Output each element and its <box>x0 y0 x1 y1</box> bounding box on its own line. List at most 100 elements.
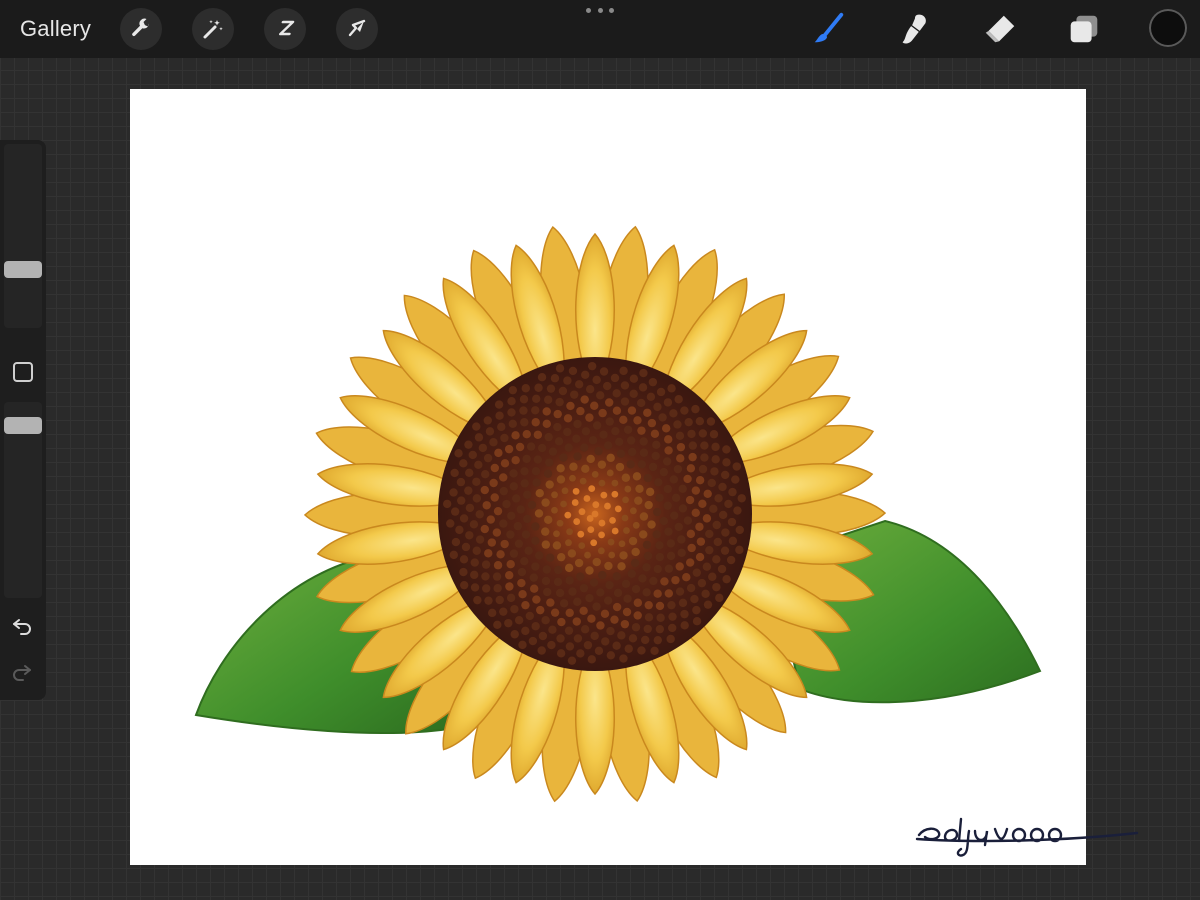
seed-dot <box>512 494 521 503</box>
undo-icon[interactable] <box>10 614 34 638</box>
seed-dot <box>637 460 647 469</box>
seed-dot <box>722 574 731 584</box>
seed-dot <box>587 614 596 623</box>
seed-dot <box>627 447 637 457</box>
seed-dot <box>553 422 562 432</box>
seed-dot <box>639 437 648 446</box>
seed-dot <box>644 500 653 510</box>
seed-dot <box>509 482 518 491</box>
seed-dot <box>620 397 630 406</box>
seed-dot <box>718 510 728 520</box>
adjustments-button[interactable] <box>192 8 234 50</box>
seed-dot <box>459 567 468 577</box>
eraser-tool[interactable] <box>980 10 1020 48</box>
seed-dot <box>597 460 607 469</box>
seed-dot <box>600 491 608 499</box>
seed-dot <box>690 594 699 604</box>
seed-dot <box>565 608 574 618</box>
brush-size-slider[interactable] <box>4 144 42 328</box>
seed-dot <box>490 463 500 473</box>
seed-dot <box>598 531 605 539</box>
brush-size-thumb[interactable] <box>4 261 42 278</box>
opacity-thumb[interactable] <box>4 417 42 434</box>
seed-dot <box>607 538 615 546</box>
layers-tool[interactable] <box>1064 10 1104 48</box>
seed-dot <box>711 442 720 452</box>
seed-dot <box>666 634 675 644</box>
seed-dot <box>615 462 625 472</box>
seed-dot <box>596 391 605 400</box>
seed-dot <box>735 525 744 535</box>
drawing-canvas[interactable] <box>130 89 1139 865</box>
seed-dot <box>720 546 730 555</box>
brush-tool[interactable] <box>808 10 848 48</box>
seed-dot <box>535 489 544 498</box>
seed-dot <box>475 535 485 544</box>
seed-dot <box>545 480 554 489</box>
seed-dot <box>653 589 662 598</box>
seed-dot <box>524 546 533 555</box>
seed-dot <box>624 485 632 493</box>
seed-dot <box>483 453 493 463</box>
more-options-icon[interactable] <box>586 8 614 18</box>
seed-dot <box>522 430 531 439</box>
selection-button[interactable] <box>264 8 306 50</box>
seed-dot <box>628 634 638 643</box>
seed-dot <box>666 551 676 561</box>
seed-dot <box>588 485 596 493</box>
seed-dot <box>652 530 661 539</box>
seed-dot <box>499 607 508 616</box>
seed-dot <box>574 558 584 568</box>
seed-dot <box>586 515 594 522</box>
seed-dot <box>598 519 606 527</box>
transform-button[interactable] <box>336 8 378 50</box>
seed-dot <box>673 464 683 474</box>
seed-dot <box>667 600 676 610</box>
seed-dot <box>696 537 706 546</box>
seed-dot <box>566 528 573 536</box>
actions-button[interactable] <box>120 8 162 50</box>
seed-dot <box>604 561 613 571</box>
seed-dot <box>465 503 475 513</box>
seed-dot <box>687 543 696 553</box>
seed-dot <box>649 576 658 586</box>
seed-dot <box>662 457 672 466</box>
seed-dot <box>567 656 577 665</box>
seed-dot <box>632 472 642 481</box>
seed-dot <box>507 511 516 521</box>
seed-dot <box>481 572 490 581</box>
seed-dot <box>459 555 469 564</box>
seed-dot <box>496 550 505 559</box>
seed-dot <box>642 563 651 572</box>
seed-dot <box>514 616 524 625</box>
seed-dot <box>541 498 550 507</box>
seed-dot <box>538 631 548 641</box>
seed-dot <box>520 556 529 566</box>
seed-dot <box>590 539 598 547</box>
redo-icon[interactable] <box>10 660 34 684</box>
seed-dot <box>544 432 553 442</box>
seed-dot <box>580 625 590 634</box>
seed-dot <box>585 413 594 422</box>
seed-dot <box>573 452 582 461</box>
seed-dot <box>617 562 626 571</box>
seed-dot <box>642 540 652 550</box>
seed-dot <box>504 618 513 628</box>
seed-dot <box>531 536 540 546</box>
seed-dot <box>622 496 629 504</box>
gallery-button[interactable]: Gallery <box>20 16 91 42</box>
seed-dot <box>487 608 497 618</box>
seed-dot <box>627 406 637 415</box>
modify-button[interactable] <box>13 362 33 382</box>
color-well[interactable] <box>1149 9 1187 47</box>
seed-dot <box>480 485 489 495</box>
seed-dot <box>659 467 669 477</box>
seed-dot <box>602 381 612 391</box>
seed-dot <box>685 558 695 567</box>
seed-dot <box>669 409 678 418</box>
seed-dot <box>701 589 710 599</box>
seed-dot <box>655 624 665 634</box>
seed-dot <box>686 529 696 539</box>
seed-dot <box>547 640 556 650</box>
smudge-tool[interactable] <box>894 10 934 48</box>
